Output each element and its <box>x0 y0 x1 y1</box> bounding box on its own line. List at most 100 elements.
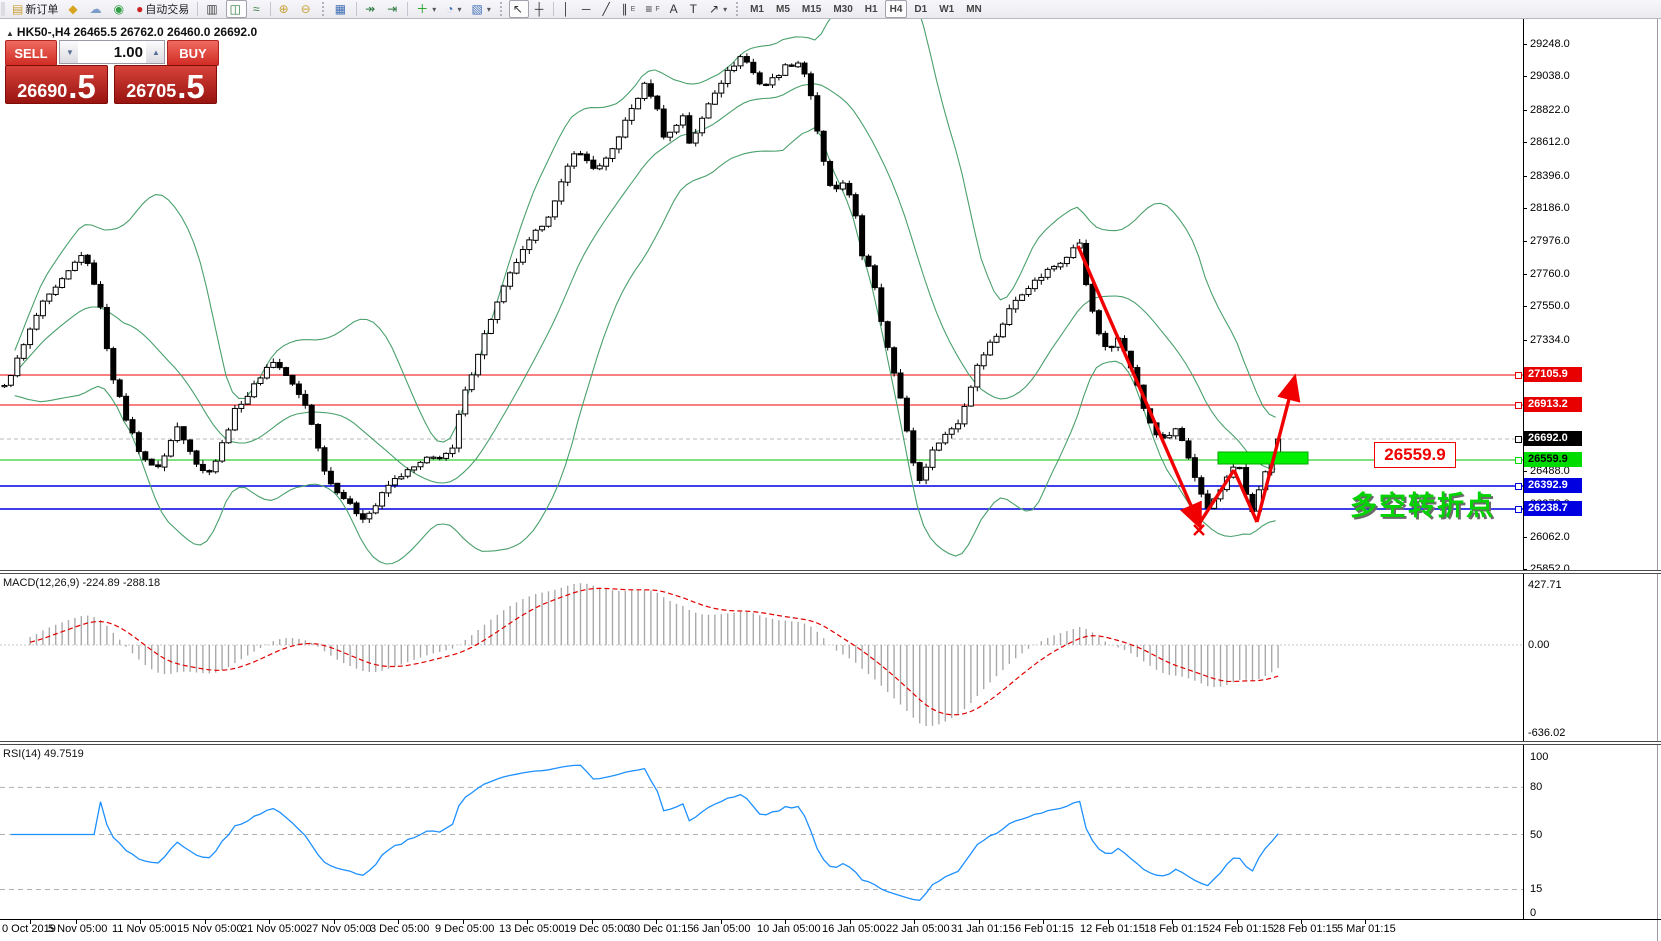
templates-button[interactable]: ▧▾ <box>467 0 494 18</box>
toolbar-separator <box>407 2 408 16</box>
zoom-out-button[interactable]: ⊖ <box>297 0 317 18</box>
market-watch-icon[interactable]: ☁ <box>86 0 108 18</box>
volume-input[interactable] <box>78 41 146 63</box>
panel-splitter-macd[interactable] <box>0 570 1661 574</box>
time-axis-tick <box>1172 919 1173 924</box>
deposit-icon[interactable]: ◆ <box>64 0 83 18</box>
tile-windows-icon: ▦ <box>335 2 346 16</box>
green-zone-marker[interactable] <box>1218 452 1308 464</box>
macd-panel-canvas[interactable] <box>0 574 1523 740</box>
sell-button[interactable]: SELL <box>5 40 57 66</box>
time-axis-label: 10 Jan 05:00 <box>757 923 821 935</box>
timeframe-d1[interactable]: D1 <box>909 0 932 18</box>
price-axis-label: 27976.0 <box>1530 235 1570 247</box>
periods-button[interactable]: ◔▾ <box>442 0 465 18</box>
trendline-button[interactable]: ╱ <box>598 0 615 18</box>
indicators-button[interactable]: ＋▾ <box>412 0 440 18</box>
time-axis-tick <box>656 919 657 924</box>
price-tag-26692-0: 26692.0 <box>1524 431 1582 446</box>
toolbar-separator <box>500 2 504 16</box>
crosshair-icon: ┼ <box>535 2 544 16</box>
volume-decrement-button[interactable]: ▼ <box>60 41 78 63</box>
tile-windows-button[interactable]: ▦ <box>331 0 352 18</box>
volume-increment-button[interactable]: ▲ <box>146 41 164 63</box>
window-right-edge <box>1657 19 1658 941</box>
candlestick-chart-icon: ◫ <box>230 2 241 16</box>
time-axis-tick <box>1043 919 1044 924</box>
collapse-triangle-icon[interactable]: ▲ <box>6 29 14 38</box>
crosshair-button[interactable]: ┼ <box>531 0 550 18</box>
timeframe-m30[interactable]: M30 <box>828 0 857 18</box>
indicators-icon: ＋ <box>416 2 428 16</box>
price-tag-26913-2: 26913.2 <box>1524 397 1582 412</box>
macd-axis-label: 0.00 <box>1528 639 1549 651</box>
chart-shift-button[interactable]: ⇥ <box>383 0 403 18</box>
time-axis-tick <box>721 919 722 924</box>
bar-chart-button[interactable]: ▥ <box>202 0 223 18</box>
new-order-button[interactable]: ▤新订单 <box>8 0 62 18</box>
price-tag-anchor <box>1515 457 1522 464</box>
icon-sub-label: F <box>655 6 659 13</box>
price-tag-26559-9: 26559.9 <box>1524 452 1582 467</box>
toolbar-separator <box>197 2 198 16</box>
toolbar-separator <box>322 2 326 16</box>
signals-icon[interactable]: ◉ <box>110 0 130 18</box>
buy-price-panel[interactable]: 26705 .5 <box>114 65 217 104</box>
candlesticks <box>2 53 1281 523</box>
sell-price-panel[interactable]: 26690 .5 <box>5 65 108 104</box>
vertical-line-button[interactable]: │ <box>558 0 576 18</box>
chevron-down-icon: ▾ <box>723 5 727 14</box>
macd-axis-label: -636.02 <box>1528 727 1565 739</box>
periods-icon: ◔ <box>446 2 453 16</box>
buy-price-main: 26705 <box>126 81 176 101</box>
timeframe-h1[interactable]: H1 <box>860 0 883 18</box>
buy-button[interactable]: BUY <box>167 40 219 66</box>
chart-shift-icon: ⇥ <box>387 2 397 16</box>
timeframe-m5[interactable]: M5 <box>771 0 795 18</box>
price-axis-label: 28186.0 <box>1530 202 1570 214</box>
channel-button[interactable]: ∥E <box>618 0 640 18</box>
text-label-button[interactable]: T <box>686 0 703 18</box>
autotrade-button[interactable]: ●自动交易 <box>132 0 193 18</box>
icon-sub-label: E <box>631 6 636 13</box>
timeframe-w1[interactable]: W1 <box>934 0 959 18</box>
timeframe-h4[interactable]: H4 <box>885 0 908 18</box>
chevron-down-icon: ▾ <box>457 5 461 14</box>
price-axis-label: 27550.0 <box>1530 300 1570 312</box>
text-label-icon: T <box>690 2 697 16</box>
time-axis-label: 5 Mar 01:15 <box>1337 923 1396 935</box>
mt4-window: ▤新订单◆☁◉●自动交易▥◫≈⊕⊖▦↠⇥＋▾◔▾▧▾↖┼│─╱∥E≡FAT↗▾M… <box>0 0 1661 941</box>
volume-stepper: ▼ ▲ <box>59 40 165 64</box>
text-button[interactable]: A <box>666 0 684 18</box>
timeframe-mn[interactable]: MN <box>961 0 987 18</box>
time-axis-tick <box>398 919 399 924</box>
bar-chart-icon: ▥ <box>206 2 217 16</box>
zoom-in-button[interactable]: ⊕ <box>275 0 295 18</box>
time-axis-tick <box>527 919 528 924</box>
rsi-axis-label: 100 <box>1530 751 1548 763</box>
cursor-button[interactable]: ↖ <box>509 0 529 18</box>
turning-point-note[interactable]: 多空转折点 <box>1350 484 1495 523</box>
panel-splitter-rsi[interactable] <box>0 741 1661 745</box>
time-axis-tick <box>205 919 206 924</box>
time-axis-line[interactable] <box>0 919 1661 920</box>
time-axis-tick <box>1237 919 1238 924</box>
rsi-panel-canvas[interactable] <box>0 745 1523 919</box>
timeframe-m1[interactable]: M1 <box>745 0 769 18</box>
chevron-down-icon: ▾ <box>432 5 436 14</box>
arrows-button[interactable]: ↗▾ <box>705 0 731 18</box>
candlestick-chart-button[interactable]: ◫ <box>226 0 247 18</box>
auto-scroll-button[interactable]: ↠ <box>361 0 381 18</box>
line-chart-button[interactable]: ≈ <box>249 0 266 18</box>
symbol-ohlc-text: HK50-,H4 26465.5 26762.0 26460.0 26692.0 <box>17 25 257 39</box>
macd-signal-line <box>30 588 1278 714</box>
fibonacci-button[interactable]: ≡F <box>641 0 663 18</box>
price-callout-box[interactable]: 26559.9 <box>1374 442 1456 468</box>
toolbar-button-label: 新订单 <box>25 1 58 17</box>
price-axis-label: 29248.0 <box>1530 38 1570 50</box>
main-chart-canvas[interactable] <box>0 19 1523 570</box>
market-watch-icon-icon: ☁ <box>90 2 102 16</box>
timeframe-m15[interactable]: M15 <box>797 0 826 18</box>
horizontal-line-button[interactable]: ─ <box>578 0 597 18</box>
buy-price-frac: .5 <box>177 73 205 101</box>
